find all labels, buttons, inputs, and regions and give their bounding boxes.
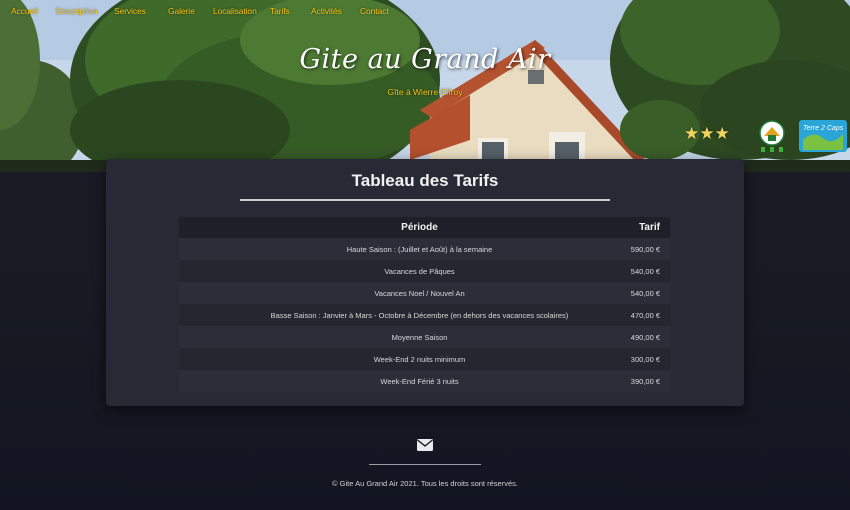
table-row: Vacances Noel / Nouvel An 540,00 € [179,282,670,304]
site-subtitle: Gîte à Wierre Effroy [387,87,463,97]
row-periode: Vacances de Pâques [179,260,600,282]
nav-item-tarifs[interactable]: Tarifs [270,6,290,16]
row-periode: Week-End Férié 3 nuits [179,370,600,392]
footer-divider [369,464,481,465]
tarifs-table: Période Tarif Haute Saison : (Juillet et… [179,217,670,392]
hero-photo [0,0,850,172]
row-tarif: 590,00 € [600,238,670,260]
row-periode: Moyenne Saison [179,326,600,348]
table-row: Week-End Férié 3 nuits 390,00 € [179,370,670,392]
nav-item-services[interactable]: Services [114,6,146,16]
header-tarif: Tarif [600,217,670,238]
terre-2-caps-logo[interactable]: Terre 2 Caps [799,120,847,152]
table-row: Basse Saison : Janvier à Mars - Octobre … [179,304,670,326]
table-row: Moyenne Saison 490,00 € [179,326,670,348]
tarifs-card: Tableau des Tarifs Période Tarif Haute S… [106,159,744,406]
nav-item-activites[interactable]: Activités [311,6,342,16]
nav-item-localisation[interactable]: Localisation [213,6,257,16]
copyright-text: © Gite Au Grand Air 2021. Tous les droit… [332,479,518,488]
row-tarif: 540,00 € [600,260,670,282]
row-tarif: 470,00 € [600,304,670,326]
rating-stars: ★★★ [684,124,730,143]
nav-item-galerie[interactable]: Galerie [168,6,195,16]
nav-item-accueil[interactable]: Accueil [11,6,38,16]
row-periode: Basse Saison : Janvier à Mars - Octobre … [179,304,600,326]
row-tarif: 540,00 € [600,282,670,304]
nav-item-description[interactable]: Description [56,6,98,16]
hero-banner: Accueil Description Services Galerie Loc… [0,0,850,172]
table-row: Haute Saison : (Juillet et Août) à la se… [179,238,670,260]
main-nav: Accueil Description Services Galerie Loc… [0,6,850,20]
row-periode: Vacances Noel / Nouvel An [179,282,600,304]
gites-de-france-logo[interactable] [757,120,787,154]
site-title: Gite au Grand Air [299,44,551,75]
nav-item-contact[interactable]: Contact [360,6,389,16]
header-periode: Période [179,217,600,238]
row-periode: Haute Saison : (Juillet et Août) à la se… [179,238,600,260]
table-row: Week-End 2 nuits minimum 300,00 € [179,348,670,370]
row-periode: Week-End 2 nuits minimum [179,348,600,370]
tarifs-title: Tableau des Tarifs [351,171,499,190]
title-divider [240,199,610,201]
table-header-row: Période Tarif [179,217,670,238]
envelope-icon[interactable] [417,439,433,451]
table-row: Vacances de Pâques 540,00 € [179,260,670,282]
terre-logo-text: Terre 2 Caps [803,125,844,132]
row-tarif: 300,00 € [600,348,670,370]
row-tarif: 490,00 € [600,326,670,348]
row-tarif: 390,00 € [600,370,670,392]
